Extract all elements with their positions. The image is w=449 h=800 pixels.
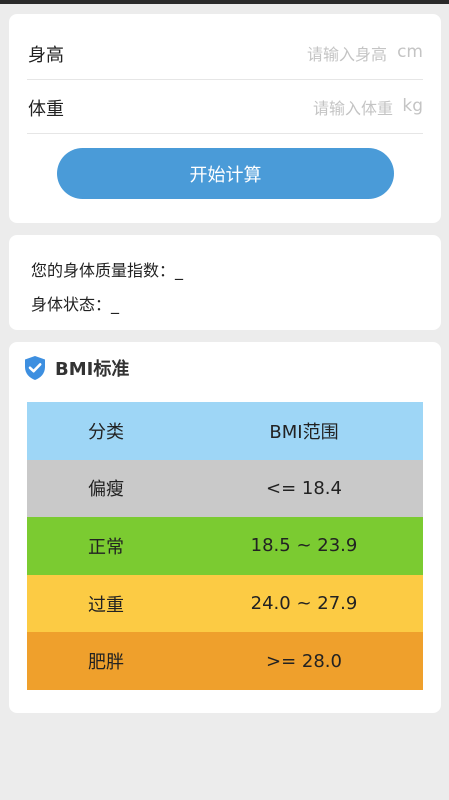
status-result-label: 身体状态： (31, 295, 112, 314)
bmi-standard-header: BMI标准 (23, 354, 129, 382)
range-cell: 24.0 ~ 27.9 (250, 593, 358, 615)
shield-check-icon (25, 356, 45, 380)
table-header-row: 分类 BMI范围 (27, 402, 423, 460)
range-cell: <= 18.4 (266, 477, 342, 499)
range-cell: 18.5 ~ 23.9 (250, 535, 358, 557)
status-bar (0, 0, 449, 4)
height-input[interactable] (237, 42, 387, 66)
range-cell: >= 28.0 (266, 650, 342, 672)
bmi-standard-table: 分类 BMI范围 偏瘦 <= 18.4 正常 18.5 ~ 23.9 过重 24… (27, 402, 423, 690)
category-cell: 偏瘦 (88, 479, 124, 501)
weight-input[interactable] (243, 96, 393, 120)
weight-unit: kg (402, 96, 423, 116)
height-row: 身高 cm (27, 26, 423, 80)
category-cell: 肥胖 (88, 652, 124, 674)
calculate-button[interactable]: 开始计算 (57, 148, 394, 199)
status-result-value: _ (111, 295, 120, 314)
table-row: 过重 24.0 ~ 27.9 (27, 574, 423, 633)
header-range: BMI范围 (269, 421, 339, 443)
category-cell: 正常 (88, 536, 124, 558)
category-cell: 过重 (88, 594, 124, 616)
bmi-standard-title: BMI标准 (55, 359, 130, 380)
height-unit: cm (397, 42, 423, 62)
input-card: 身高 cm 体重 kg 开始计算 (9, 14, 441, 223)
bmi-result-line: 您的身体质量指数：_ (31, 257, 183, 281)
weight-row: 体重 kg (27, 80, 423, 134)
height-label: 身高 (28, 45, 64, 66)
result-card: 您的身体质量指数：_ 身体状态：_ (9, 235, 441, 330)
table-row: 偏瘦 <= 18.4 (27, 459, 423, 518)
bmi-result-label: 您的身体质量指数： (31, 261, 176, 280)
table-row: 肥胖 >= 28.0 (27, 632, 423, 690)
header-category: 分类 (88, 421, 124, 443)
bmi-standard-card: BMI标准 分类 BMI范围 偏瘦 <= 18.4 正常 18.5 ~ 23.9… (9, 342, 441, 713)
table-row: 正常 18.5 ~ 23.9 (27, 517, 423, 575)
weight-label: 体重 (28, 99, 64, 120)
bmi-result-value: _ (175, 261, 184, 280)
status-result-line: 身体状态：_ (31, 291, 119, 315)
